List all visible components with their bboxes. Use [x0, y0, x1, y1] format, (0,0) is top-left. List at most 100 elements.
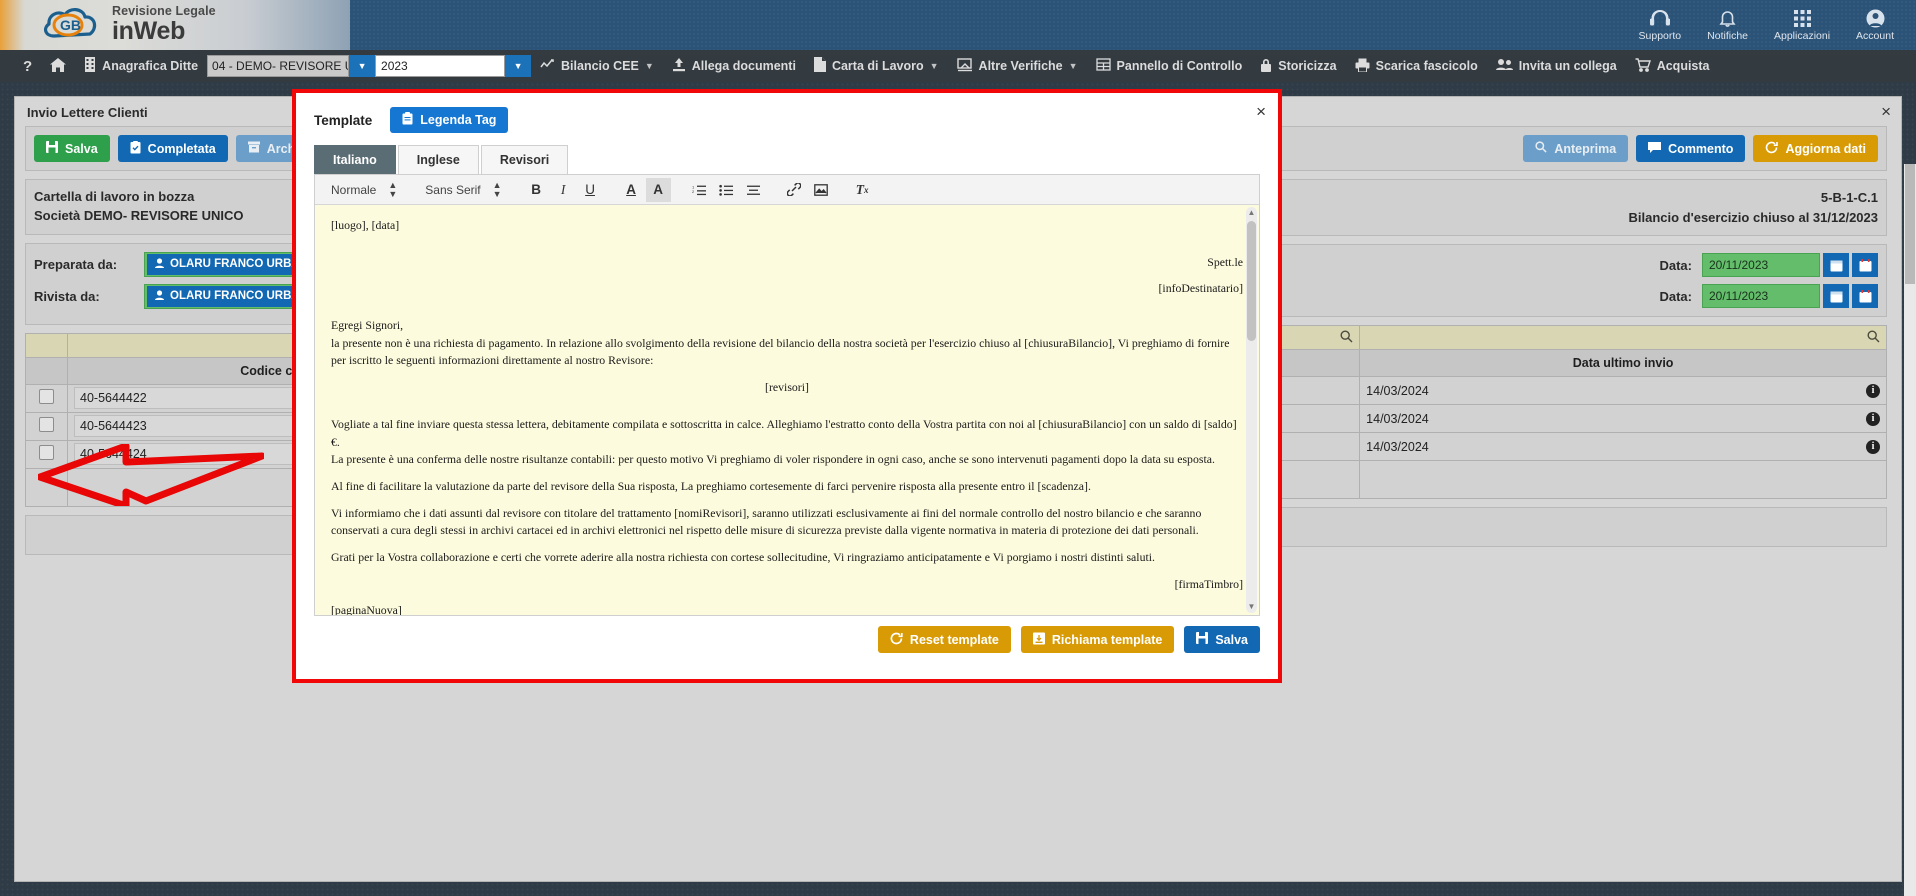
nav-carta-di-lavoro[interactable]: Carta di Lavoro ▼ [805, 50, 948, 82]
chevron-down-icon: ▼ [1068, 61, 1078, 71]
tab-italiano[interactable]: Italiano [314, 145, 396, 174]
aggiorna-dati-button[interactable]: Aggiorna dati [1753, 135, 1878, 162]
reset-icon [890, 632, 903, 648]
modal-salva-label: Salva [1215, 632, 1248, 647]
modal-footer-actions: Reset template Richiama template Salva [314, 626, 1260, 653]
calendar-today-button-2[interactable] [1852, 284, 1878, 308]
chevron-down-icon: ▼ [929, 61, 939, 71]
paragraph-style-select[interactable]: Normale ▲ ▼ [325, 181, 403, 198]
completata-button[interactable]: Completata [117, 135, 228, 162]
content-greeting: Egregi Signori, [331, 318, 404, 333]
clear-format-icon[interactable]: Tx [850, 178, 875, 202]
calendar-picker-button-1[interactable] [1823, 253, 1849, 277]
top-header-bar: GB Revisione Legale inWeb Supporto Notif… [0, 0, 1916, 50]
commento-button[interactable]: Commento [1636, 135, 1746, 162]
nav-scarica-fascicolo[interactable]: Scarica fascicolo [1346, 50, 1487, 82]
editor-toolbar: Normale ▲ ▼ Sans Serif ▲ ▼ B I U A A 1 2… [315, 175, 1259, 205]
calendar-today-button-1[interactable] [1852, 253, 1878, 277]
panel-close-button[interactable]: × [1881, 103, 1891, 120]
search-icon[interactable] [1340, 329, 1353, 346]
upload-icon [672, 57, 686, 75]
aggiorna-dati-label: Aggiorna dati [1785, 141, 1866, 156]
search-icon[interactable] [1867, 329, 1880, 346]
nav-altre-verifiche[interactable]: Altre Verifiche ▼ [948, 50, 1087, 82]
language-tabs: Italiano Inglese Revisori [314, 145, 1260, 175]
anteprima-button[interactable]: Anteprima [1523, 135, 1629, 162]
row-checkbox-cell[interactable] [25, 411, 68, 441]
bold-icon[interactable]: B [524, 178, 549, 202]
empty-cell [25, 467, 68, 507]
richiama-template-button[interactable]: Richiama template [1020, 626, 1175, 653]
scroll-down-icon[interactable]: ▼ [1247, 601, 1256, 613]
align-icon[interactable] [741, 178, 766, 202]
nav-acquista[interactable]: Acquista [1626, 50, 1719, 82]
calendar-picker-button-2[interactable] [1823, 284, 1849, 308]
ordered-list-icon[interactable]: 12 [687, 178, 712, 202]
search-icon [1535, 141, 1547, 156]
editor-scrollbar[interactable]: ▲ ▼ [1246, 207, 1257, 613]
date-field-2[interactable]: 20/11/2023 [1702, 284, 1820, 308]
tab-revisori[interactable]: Revisori [480, 145, 569, 174]
year-select-dropdown[interactable]: ▼ [505, 55, 532, 77]
image-icon[interactable] [809, 178, 834, 202]
company-select-value[interactable]: 04 - DEMO- REVISORE UNI [207, 55, 350, 77]
reviewed-by-label: Rivista da: [34, 288, 100, 304]
home-icon [50, 57, 67, 75]
reset-template-button[interactable]: Reset template [877, 626, 1011, 653]
page-scrollbar-thumb[interactable] [1905, 164, 1915, 284]
account-button[interactable]: Account [1856, 9, 1894, 42]
applications-button[interactable]: Applicazioni [1774, 9, 1830, 42]
editor-scrollbar-thumb[interactable] [1247, 221, 1256, 341]
gb-cloud-logo-icon: GB [40, 4, 102, 46]
nav-bilancio-cee[interactable]: Bilancio CEE ▼ [531, 50, 663, 82]
anagrafica-ditte-button[interactable]: Anagrafica Ditte [75, 50, 207, 82]
page-scrollbar[interactable] [1904, 164, 1916, 896]
brand-line-2: inWeb [112, 17, 186, 46]
row-checkbox[interactable] [39, 417, 54, 433]
modal-close-button[interactable]: × [1256, 103, 1266, 120]
italic-icon[interactable]: I [551, 178, 576, 202]
salva-button[interactable]: Salva [34, 135, 110, 162]
support-button[interactable]: Supporto [1639, 9, 1681, 42]
nav-storicizza-label: Storicizza [1278, 59, 1337, 73]
year-select-value[interactable]: 2023 [375, 55, 506, 77]
notifications-label: Notifiche [1707, 29, 1748, 42]
underline-icon[interactable]: U [578, 178, 603, 202]
row-checkbox[interactable] [39, 445, 54, 461]
content-para-1: la presente non è una richiesta di pagam… [331, 335, 1230, 368]
home-button[interactable] [41, 50, 75, 82]
text-color-icon[interactable]: A [619, 178, 644, 202]
info-icon[interactable]: i [1866, 411, 1880, 426]
nav-allega-documenti[interactable]: Allega documenti [663, 50, 805, 82]
svg-text:GB: GB [60, 17, 81, 33]
font-family-select[interactable]: Sans Serif ▲ ▼ [419, 181, 507, 198]
nav-pannello-di-controllo[interactable]: Pannello di Controllo [1087, 50, 1252, 82]
modal-salva-button[interactable]: Salva [1184, 626, 1260, 653]
row-checkbox-cell[interactable] [25, 439, 68, 469]
row-checkbox-cell[interactable] [25, 383, 68, 413]
info-icon[interactable]: i [1866, 439, 1880, 454]
prepared-by-label: Preparata da: [34, 256, 118, 272]
notifications-button[interactable]: Notifiche [1707, 9, 1748, 42]
chevron-down-icon: ▼ [644, 61, 654, 71]
status-search-data[interactable] [1359, 325, 1887, 350]
highlight-icon[interactable]: A [645, 177, 671, 202]
row-checkbox[interactable] [39, 389, 54, 405]
link-icon[interactable] [782, 178, 807, 202]
info-icon[interactable]: i [1866, 383, 1880, 398]
nav-storicizza[interactable]: Storicizza [1251, 50, 1345, 82]
scroll-up-icon[interactable]: ▲ [1247, 207, 1256, 219]
brand-text: Revisione Legale inWeb [112, 5, 216, 46]
date-field-1[interactable]: 20/11/2023 [1702, 253, 1820, 277]
nav-invita-un-collega[interactable]: Invita un collega [1487, 50, 1626, 82]
user-icon [155, 290, 164, 303]
editor-content-area[interactable]: [luogo], [data] Spett.le [infoDestinatar… [315, 205, 1259, 615]
template-modal-body: × Template Legenda Tag Italiano Inglese … [296, 93, 1278, 679]
cart-icon [1635, 57, 1651, 75]
bullet-list-icon[interactable] [714, 178, 739, 202]
save-icon [1196, 632, 1209, 647]
company-select-dropdown[interactable]: ▼ [349, 55, 376, 77]
tab-inglese[interactable]: Inglese [397, 145, 479, 174]
legenda-tag-button[interactable]: Legenda Tag [390, 107, 509, 133]
help-button[interactable]: ? [14, 50, 41, 82]
